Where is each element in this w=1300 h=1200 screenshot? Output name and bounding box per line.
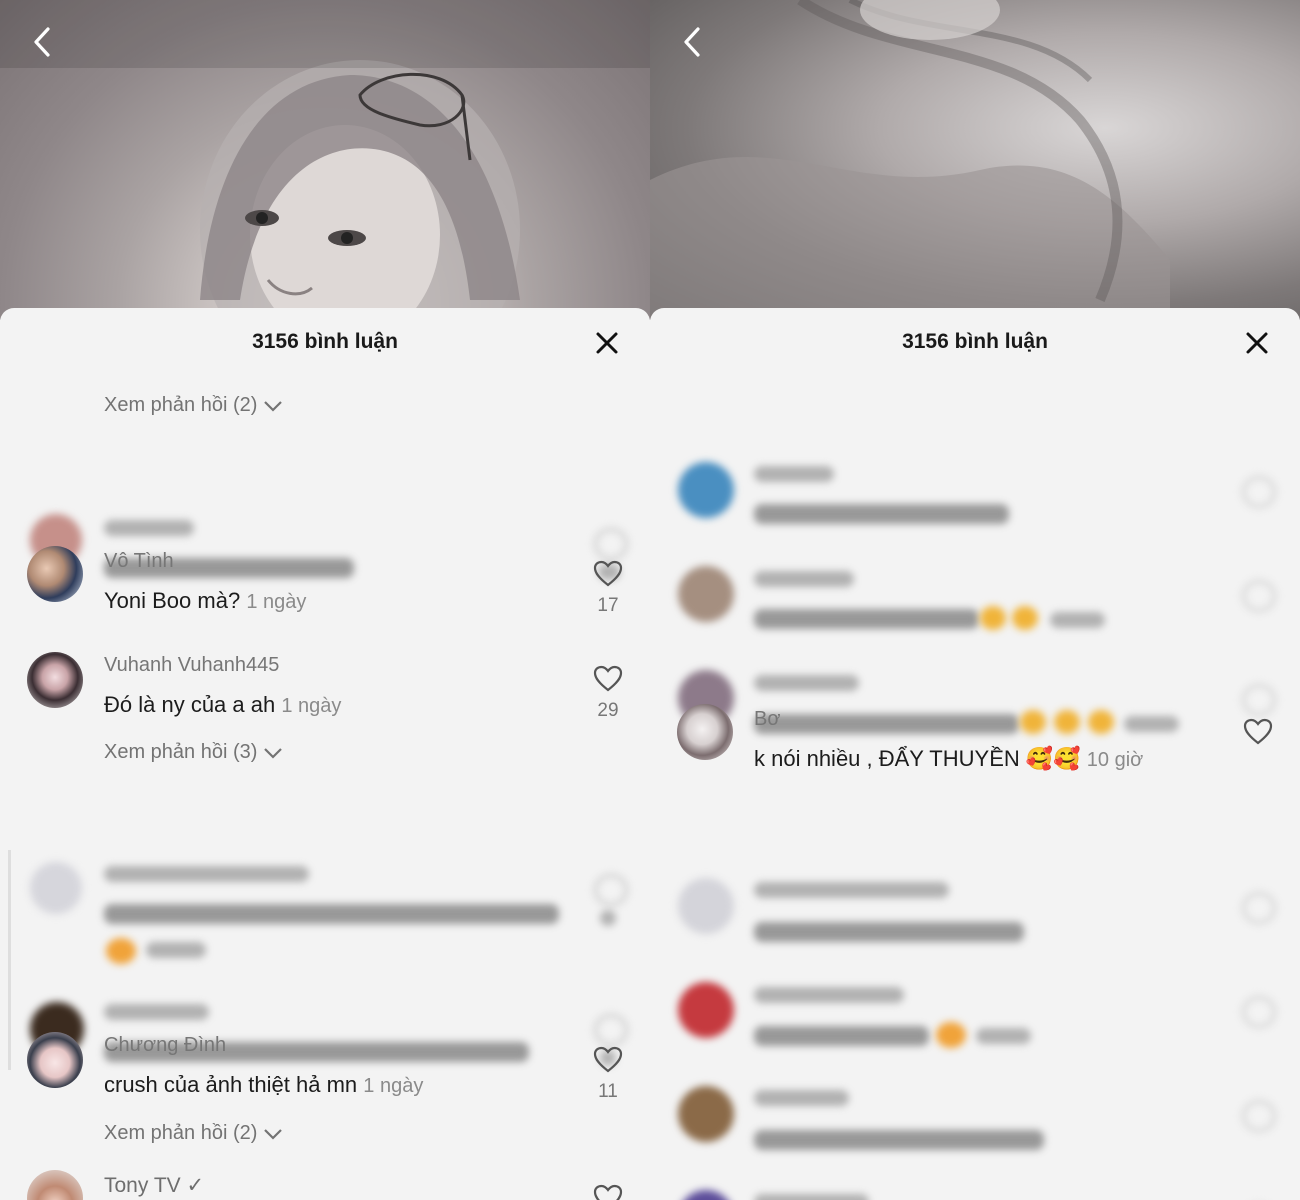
comment-text: k nói nhiều , ĐẨY THUYỀN 🥰🥰 [754, 746, 1081, 771]
close-button[interactable] [594, 330, 620, 356]
comment-text: Yoni Boo mà? [104, 588, 241, 613]
comment-text: Đó là ny của a ah [104, 692, 276, 717]
chevron-down-icon [264, 1128, 282, 1140]
view-replies-link[interactable]: Xem phản hồi (2) [104, 394, 283, 417]
view-replies-link[interactable]: Xem phản hồi (3) [104, 741, 283, 764]
like-button[interactable] [593, 1184, 623, 1200]
heart-outline-icon [593, 1184, 623, 1200]
heart-outline-icon [593, 665, 623, 692]
comment-username[interactable]: Vuhanh Vuhanh445 [104, 654, 279, 677]
comment-username[interactable]: Chương Đình [104, 1034, 226, 1057]
close-icon [1246, 332, 1268, 354]
chevron-left-icon [34, 27, 50, 57]
view-replies-label: Xem phản hồi (3) [104, 741, 258, 763]
comment-time: 1 ngày [246, 591, 307, 613]
comment-time: 1 ngày [363, 1075, 424, 1097]
sheet-header: 3156 bình luận [650, 308, 1300, 378]
chevron-down-icon [264, 747, 282, 759]
comments-sheet: 3156 bình luận Xem phản hồi (2) Vô Tình … [0, 308, 650, 1200]
like-button[interactable] [1243, 718, 1273, 751]
comment-username[interactable]: Bơ [754, 708, 780, 731]
comment-body: crush của ảnh thiệt hả mn 1 ngày [104, 1072, 423, 1098]
video-background [0, 0, 650, 320]
avatar[interactable] [27, 1170, 83, 1200]
comment-count-title: 3156 bình luận [902, 330, 1048, 353]
comment-text: crush của ảnh thiệt hả mn [104, 1072, 358, 1097]
comment-time: 1 ngày [281, 695, 342, 717]
right-screen: 3156 bình luận Bơ k nói nhiều , ĐẨY THUY… [650, 0, 1300, 1200]
chevron-left-icon [684, 27, 700, 57]
chevron-down-icon [264, 400, 282, 412]
close-button[interactable] [1244, 330, 1270, 356]
like-count: 11 [598, 1081, 618, 1102]
comment-body: Đó là ny của a ah 1 ngày [104, 692, 341, 718]
comment-username[interactable]: Tony TV ✓ [104, 1173, 204, 1198]
comment-body: k nói nhiều , ĐẨY THUYỀN 🥰🥰 10 giờ [754, 746, 1143, 772]
top-shade [0, 0, 650, 68]
video-background [650, 0, 1300, 320]
view-replies-link[interactable]: Xem phản hồi (2) [104, 1122, 283, 1145]
comment-body: Yoni Boo mà? 1 ngày [104, 588, 306, 614]
comment-count-title: 3156 bình luận [252, 330, 398, 353]
avatar[interactable] [27, 546, 83, 602]
like-count: 17 [597, 595, 619, 616]
close-icon [596, 332, 618, 354]
avatar[interactable] [677, 704, 733, 760]
portrait-sketch-image [650, 0, 1170, 320]
heart-outline-icon [593, 560, 623, 587]
like-count: 29 [597, 700, 619, 721]
like-button[interactable] [593, 1046, 623, 1079]
avatar[interactable] [27, 652, 83, 708]
back-button[interactable] [676, 24, 712, 60]
view-replies-label: Xem phản hồi (2) [104, 394, 258, 416]
comment-username[interactable]: Vô Tình [104, 550, 174, 573]
sheet-header: 3156 bình luận [0, 308, 650, 378]
heart-outline-icon [593, 1046, 623, 1073]
avatar[interactable] [27, 1032, 83, 1088]
back-button[interactable] [26, 24, 62, 60]
like-button[interactable] [593, 665, 623, 698]
heart-outline-icon [1243, 718, 1273, 745]
like-button[interactable] [593, 560, 623, 593]
left-screen: 3156 bình luận Xem phản hồi (2) Vô Tình … [0, 0, 650, 1200]
view-replies-label: Xem phản hồi (2) [104, 1122, 258, 1144]
comments-sheet: 3156 bình luận Bơ k nói nhiều , ĐẨY THUY… [650, 308, 1300, 1200]
comment-time: 10 giờ [1086, 749, 1144, 771]
